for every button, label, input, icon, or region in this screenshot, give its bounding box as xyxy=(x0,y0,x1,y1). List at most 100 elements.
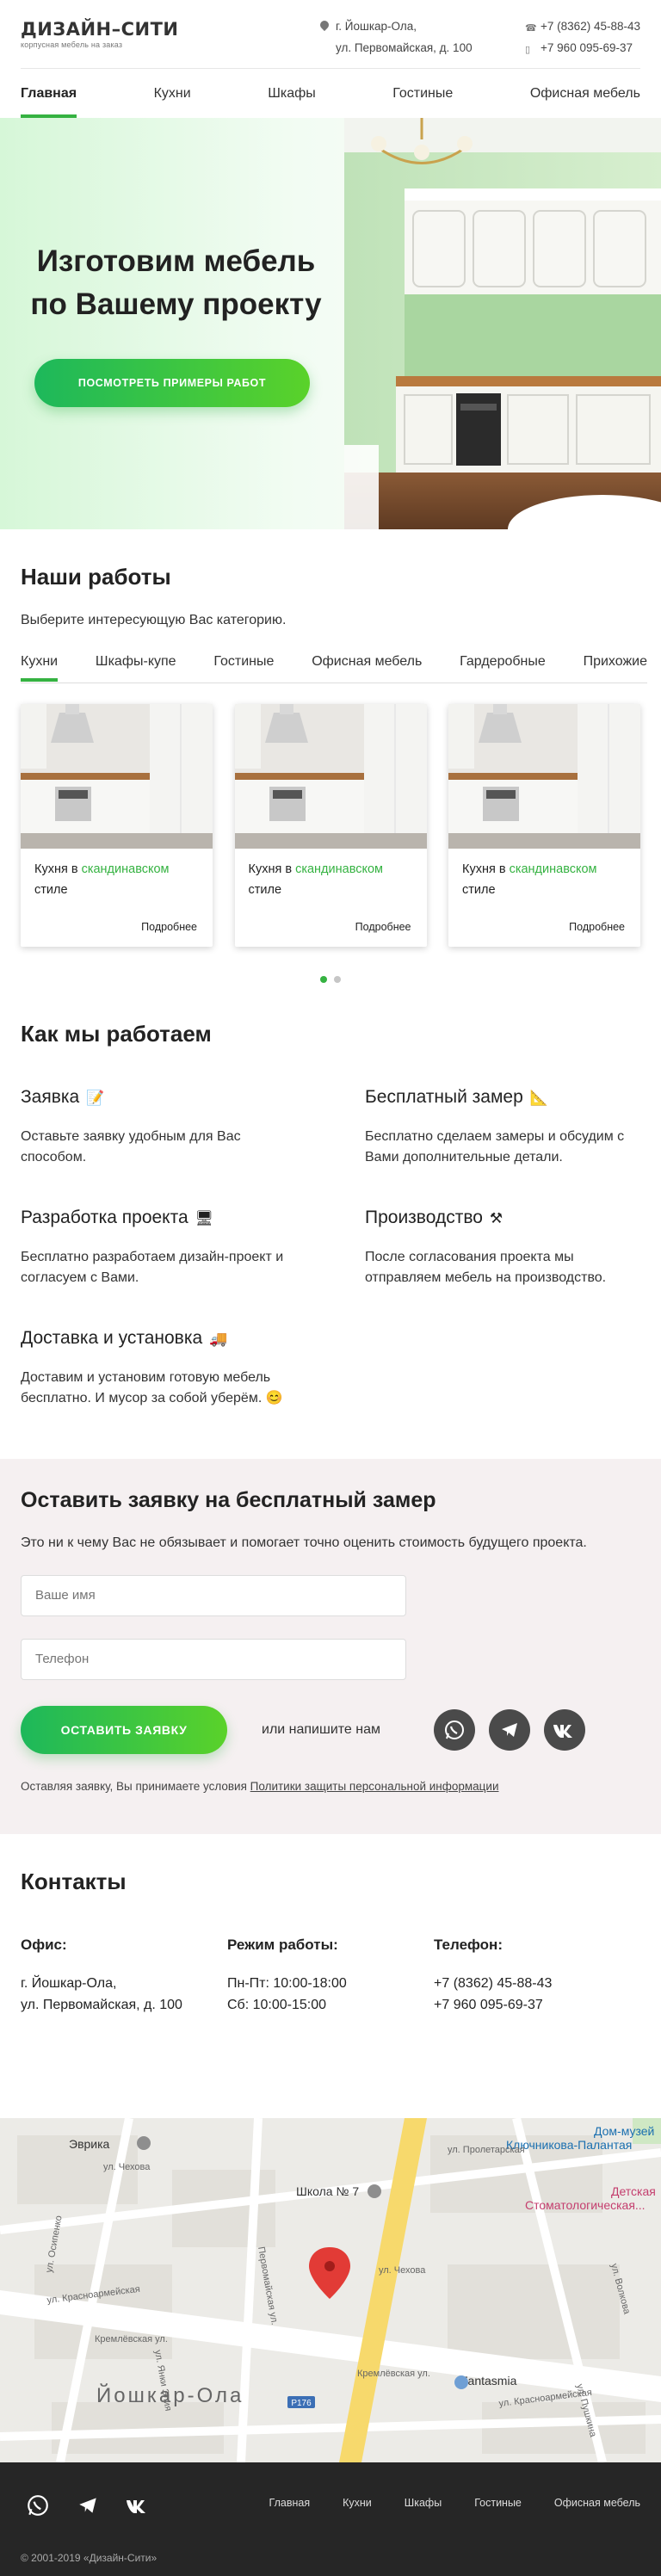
map-street-kremlevskaya-2: Кремлёвская ул. xyxy=(357,2369,430,2379)
address-line-1: г. Йошкар-Ола, xyxy=(336,20,417,33)
nav-item-home[interactable]: Главная xyxy=(21,69,77,118)
carousel-dot-1[interactable] xyxy=(320,976,327,983)
name-input[interactable] xyxy=(21,1575,406,1616)
telegram-icon[interactable] xyxy=(489,1709,530,1751)
work-card-text: Кухня в скандинавском стиле xyxy=(249,859,412,900)
step-title: Доставка и установка xyxy=(21,1328,203,1348)
hero-title: Изготовим мебель по Вашему проекту xyxy=(19,240,333,326)
map-street-chekhova-2: ул. Чехова xyxy=(379,2265,426,2276)
vk-icon[interactable] xyxy=(544,1709,585,1751)
phone-link-2[interactable]: +7 960 095-69-37 xyxy=(541,41,633,54)
step-request: Заявка 📝 Оставьте заявку удобным для Вас … xyxy=(21,1087,365,1208)
map-street-proletarskaya: ул. Пролетарская xyxy=(448,2145,525,2155)
contacts-columns: Офис: г. Йошкар-Ола, ул. Первомайская, д… xyxy=(21,1937,640,2016)
vk-icon[interactable] xyxy=(120,2488,155,2523)
whatsapp-icon[interactable] xyxy=(21,2488,55,2523)
footer-nav-wardrobes[interactable]: Шкафы xyxy=(405,2497,442,2509)
card-highlight: скандинавском xyxy=(81,862,170,876)
how-we-work-section: Как мы работаем Заявка 📝 Оставьте заявку … xyxy=(0,1021,661,1449)
hero-title-line-2: по Вашему проекту xyxy=(30,287,322,321)
carousel-dot-2[interactable] xyxy=(334,976,341,983)
nav-item-kitchens[interactable]: Кухни xyxy=(154,69,191,118)
work-card[interactable]: Кухня в скандинавском стиле Подробнее xyxy=(234,704,427,947)
step-title: Разработка проекта xyxy=(21,1208,188,1227)
poi-marker[interactable] xyxy=(454,2375,468,2389)
how-title: Как мы работаем xyxy=(21,1021,212,1047)
step-title: Производство xyxy=(365,1208,483,1227)
hours-title: Режим работы: xyxy=(227,1937,338,1953)
tab-sliding-wardrobes[interactable]: Шкафы-купе xyxy=(96,649,176,683)
card-suffix: стиле xyxy=(34,883,68,897)
mobile-icon: ▯ xyxy=(525,45,531,55)
works-section: Наши работы Выберите интересующую Вас ка… xyxy=(0,529,661,983)
nav-item-wardrobes[interactable]: Шкафы xyxy=(268,69,316,118)
map-label-evrika: Эврика xyxy=(69,2137,110,2151)
work-card[interactable]: Кухня в скандинавском стиле Подробнее xyxy=(448,704,640,947)
tab-kitchens[interactable]: Кухни xyxy=(21,649,59,683)
card-suffix: стиле xyxy=(462,883,496,897)
telegram-icon[interactable] xyxy=(71,2488,105,2523)
step-production: Производство ⚒ После согласования проекта… xyxy=(365,1208,640,1328)
whatsapp-icon[interactable] xyxy=(434,1709,475,1751)
submit-request-button[interactable]: ОСТАВИТЬ ЗАЯВКУ xyxy=(21,1706,227,1754)
contacts-hours: Режим работы: Пн-Пт: 10:00-18:00 Сб: 10:… xyxy=(227,1937,434,2016)
poi-marker[interactable] xyxy=(368,2184,381,2198)
card-prefix: Кухня в xyxy=(462,862,510,876)
policy-link[interactable]: Политики защиты персональной информации xyxy=(250,1780,499,1793)
work-card-image xyxy=(21,704,213,849)
step-delivery: Доставка и установка 🚚 Доставим и установ… xyxy=(21,1328,365,1449)
policy-note: Оставляя заявку, Вы принимаете условия П… xyxy=(21,1780,640,1793)
or-write-us-text: или напишите нам xyxy=(262,1722,380,1737)
card-more-link[interactable]: Подробнее xyxy=(141,921,197,933)
carousel-dots xyxy=(21,976,640,983)
memo-icon: 📝 xyxy=(86,1090,105,1106)
map-label-dental-2: Стоматологическая... xyxy=(525,2198,646,2212)
nav-item-office-furniture[interactable]: Офисная мебель xyxy=(530,69,640,118)
request-form-section: Оставить заявку на бесплатный замер Это … xyxy=(0,1459,661,1834)
poi-marker[interactable] xyxy=(137,2136,151,2150)
main-nav: Главная Кухни Шкафы Гостиные Офисная меб… xyxy=(21,69,640,118)
phone-title: Телефон: xyxy=(434,1937,503,1953)
hero-kitchen-image xyxy=(344,118,661,529)
footer-nav-kitchens[interactable]: Кухни xyxy=(343,2497,372,2509)
work-cards: Кухня в скандинавском стиле Подробнее Ку… xyxy=(21,704,640,947)
footer-nav-home[interactable]: Главная xyxy=(269,2497,311,2509)
phone-input[interactable] xyxy=(21,1639,406,1680)
location-map[interactable]: Эврика Школа № 7 Fantasmia Дом-музей Клю… xyxy=(0,2118,661,2462)
card-highlight: скандинавском xyxy=(509,862,597,876)
truck-icon: 🚚 xyxy=(209,1331,228,1347)
footer-nav-living-rooms[interactable]: Гостиные xyxy=(474,2497,522,2509)
office-line-2: ул. Первомайская, д. 100 xyxy=(21,1998,182,2012)
step-measurement: Бесплатный замер 📐 Бесплатно сделаем заме… xyxy=(365,1087,640,1208)
logo[interactable]: ДИЗАЙН–СИТИ корпусная мебель на заказ xyxy=(21,19,179,49)
header-address: г. Йошкар-Ола, ул. Первомайская, д. 100 xyxy=(318,15,473,59)
logo-title: ДИЗАЙН–СИТИ xyxy=(21,19,179,40)
phone-link-1[interactable]: +7 (8362) 45-88-43 xyxy=(541,20,640,33)
logo-subtitle: корпусная мебель на заказ xyxy=(21,40,123,49)
form-actions: ОСТАВИТЬ ЗАЯВКУ или напишите нам xyxy=(21,1706,640,1754)
monitor-icon: 🖥 xyxy=(195,1210,214,1226)
tab-living-rooms[interactable]: Гостиные xyxy=(213,649,274,683)
contact-phone-1[interactable]: +7 (8362) 45-88-43 xyxy=(434,1976,552,1991)
step-text: После согласования проекта мы отправляем… xyxy=(365,1250,607,1285)
card-more-link[interactable]: Подробнее xyxy=(569,921,625,933)
site-header: ДИЗАЙН–СИТИ корпусная мебель на заказ г.… xyxy=(21,0,640,69)
contacts-title: Контакты xyxy=(21,1869,127,1894)
location-pin-icon xyxy=(318,18,331,32)
step-text: Бесплатно разработаем дизайн-проект и со… xyxy=(21,1250,284,1285)
card-prefix: Кухня в xyxy=(34,862,82,876)
contact-phone-2[interactable]: +7 960 095-69-37 xyxy=(434,1998,543,2012)
tab-hallways[interactable]: Прихожие xyxy=(584,649,647,683)
card-more-link[interactable]: Подробнее xyxy=(355,921,411,933)
step-title: Бесплатный замер xyxy=(365,1087,523,1107)
step-text: Бесплатно сделаем замеры и обсудим с Вам… xyxy=(365,1129,625,1164)
hours-line-2: Сб: 10:00-15:00 xyxy=(227,1998,327,2012)
map-street-chekhova: ул. Чехова xyxy=(103,2162,151,2172)
tab-office-furniture[interactable]: Офисная мебель xyxy=(312,649,422,683)
footer-nav-office-furniture[interactable]: Офисная мебель xyxy=(554,2497,640,2509)
step-text: Оставьте заявку удобным для Вас способом… xyxy=(21,1129,241,1164)
nav-item-living-rooms[interactable]: Гостиные xyxy=(392,69,453,118)
work-card[interactable]: Кухня в скандинавском стиле Подробнее xyxy=(21,704,213,947)
tab-dressing-rooms[interactable]: Гардеробные xyxy=(460,649,546,683)
view-examples-button[interactable]: ПОСМОТРЕТЬ ПРИМЕРЫ РАБОТ xyxy=(34,359,310,407)
